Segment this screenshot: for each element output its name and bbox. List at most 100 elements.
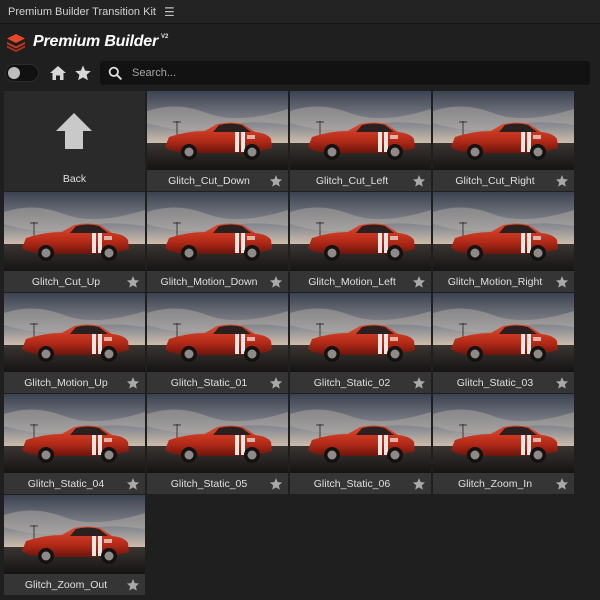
back-tile[interactable]: Back <box>4 91 145 191</box>
transition-tile[interactable]: Glitch_Cut_Left <box>290 91 431 191</box>
hamburger-icon[interactable]: ☰ <box>164 6 175 18</box>
tile-caption-bar: Glitch_Static_02 <box>290 372 431 393</box>
tile-caption-bar: Glitch_Motion_Left <box>290 271 431 292</box>
transition-tile[interactable]: Glitch_Static_03 <box>433 293 574 393</box>
transition-tile[interactable]: Glitch_Cut_Down <box>147 91 288 191</box>
star-icon <box>75 65 91 81</box>
preview-thumbnail <box>4 495 145 574</box>
preview-thumbnail <box>433 394 574 473</box>
tile-label: Glitch_Motion_Up <box>24 376 108 389</box>
mode-toggle[interactable] <box>5 64 39 82</box>
tile-caption-bar: Glitch_Static_03 <box>433 372 574 393</box>
favorite-star-icon[interactable] <box>553 475 571 493</box>
tile-caption-bar: Glitch_Motion_Down <box>147 271 288 292</box>
preview-thumbnail <box>4 394 145 473</box>
tile-caption-bar: Glitch_Cut_Down <box>147 170 288 191</box>
transition-tile[interactable]: Glitch_Cut_Up <box>4 192 145 292</box>
tile-label: Glitch_Static_03 <box>456 376 534 389</box>
back-label: Back <box>62 173 87 185</box>
transition-tile[interactable]: Glitch_Motion_Left <box>290 192 431 292</box>
tile-label: Glitch_Cut_Down <box>168 174 250 187</box>
transition-tile[interactable]: Glitch_Motion_Up <box>4 293 145 393</box>
transition-grid: Back Glitch_Cut_Down Glitch_Cut_Left Glitc… <box>4 91 576 596</box>
tile-caption-bar: Glitch_Zoom_In <box>433 473 574 494</box>
tile-label: Glitch_Static_04 <box>27 477 105 490</box>
preview-thumbnail <box>4 192 145 271</box>
favorite-star-icon[interactable] <box>553 273 571 291</box>
tile-caption-bar: Glitch_Static_05 <box>147 473 288 494</box>
transition-tile[interactable]: Glitch_Zoom_Out <box>4 495 145 595</box>
arrow-up-icon <box>56 113 92 149</box>
transition-tile[interactable]: Glitch_Static_05 <box>147 394 288 494</box>
tile-label: Glitch_Static_01 <box>170 376 248 389</box>
preview-thumbnail <box>290 91 431 170</box>
tile-label: Glitch_Motion_Left <box>308 275 396 288</box>
tile-label: Glitch_Cut_Right <box>455 174 535 187</box>
preview-thumbnail <box>147 293 288 372</box>
panel-tab[interactable]: Premium Builder Transition Kit ☰ <box>0 0 600 24</box>
search-box[interactable] <box>100 61 590 85</box>
preview-thumbnail <box>433 293 574 372</box>
tile-caption-bar: Glitch_Motion_Up <box>4 372 145 393</box>
favorite-star-icon[interactable] <box>124 576 142 594</box>
tile-label: Glitch_Cut_Up <box>31 275 101 288</box>
tile-caption-bar: Glitch_Cut_Left <box>290 170 431 191</box>
favorite-star-icon[interactable] <box>553 172 571 190</box>
transition-tile[interactable]: Glitch_Motion_Right <box>433 192 574 292</box>
scrollbar-track[interactable] <box>580 91 596 596</box>
transition-tile[interactable]: Glitch_Motion_Down <box>147 192 288 292</box>
tile-label: Glitch_Zoom_Out <box>24 578 108 591</box>
tile-caption-bar: Glitch_Motion_Right <box>433 271 574 292</box>
preview-thumbnail <box>147 91 288 170</box>
brand-version: V2 <box>161 34 169 40</box>
transition-tile[interactable]: Glitch_Static_06 <box>290 394 431 494</box>
tile-caption-bar: Glitch_Static_04 <box>4 473 145 494</box>
brand-header: Premium Builder V2 <box>0 25 600 59</box>
tile-caption-bar: Glitch_Static_01 <box>147 372 288 393</box>
transition-tile[interactable]: Glitch_Static_04 <box>4 394 145 494</box>
transition-tile[interactable]: Glitch_Static_02 <box>290 293 431 393</box>
favorite-star-icon[interactable] <box>124 273 142 291</box>
toggle-knob <box>8 67 20 79</box>
tile-caption-bar: Glitch_Cut_Up <box>4 271 145 292</box>
tile-caption-bar: Glitch_Cut_Right <box>433 170 574 191</box>
favorite-star-icon[interactable] <box>267 172 285 190</box>
preview-thumbnail <box>433 192 574 271</box>
tile-caption-bar: Glitch_Static_06 <box>290 473 431 494</box>
search-icon <box>108 66 122 80</box>
tile-label: Glitch_Motion_Down <box>160 275 258 288</box>
preview-thumbnail <box>4 293 145 372</box>
preview-thumbnail <box>147 192 288 271</box>
favorites-button[interactable] <box>74 64 92 82</box>
tile-caption-bar: Glitch_Zoom_Out <box>4 574 145 595</box>
tile-label: Glitch_Motion_Right <box>447 275 543 288</box>
favorite-star-icon[interactable] <box>410 475 428 493</box>
home-button[interactable] <box>49 64 67 82</box>
favorite-star-icon[interactable] <box>267 374 285 392</box>
tile-label: Glitch_Static_05 <box>170 477 248 490</box>
search-input[interactable] <box>132 67 562 79</box>
favorite-star-icon[interactable] <box>410 172 428 190</box>
tile-label: Glitch_Static_06 <box>313 477 391 490</box>
favorite-star-icon[interactable] <box>553 374 571 392</box>
tile-label: Glitch_Cut_Left <box>315 174 389 187</box>
brand-name: Premium Builder <box>33 33 159 50</box>
favorite-star-icon[interactable] <box>267 273 285 291</box>
favorite-star-icon[interactable] <box>267 475 285 493</box>
transition-tile[interactable]: Glitch_Static_01 <box>147 293 288 393</box>
home-icon <box>50 66 66 80</box>
tile-label: Glitch_Static_02 <box>313 376 391 389</box>
favorite-star-icon[interactable] <box>410 273 428 291</box>
preview-thumbnail <box>147 394 288 473</box>
transition-tile[interactable]: Glitch_Zoom_In <box>433 394 574 494</box>
preview-thumbnail <box>433 91 574 170</box>
preview-thumbnail <box>290 293 431 372</box>
favorite-star-icon[interactable] <box>124 374 142 392</box>
transition-tile[interactable]: Glitch_Cut_Right <box>433 91 574 191</box>
favorite-star-icon[interactable] <box>410 374 428 392</box>
favorite-star-icon[interactable] <box>124 475 142 493</box>
toolbar <box>0 59 600 87</box>
preview-thumbnail <box>290 394 431 473</box>
tile-label: Glitch_Zoom_In <box>457 477 533 490</box>
panel-title: Premium Builder Transition Kit <box>8 5 156 18</box>
